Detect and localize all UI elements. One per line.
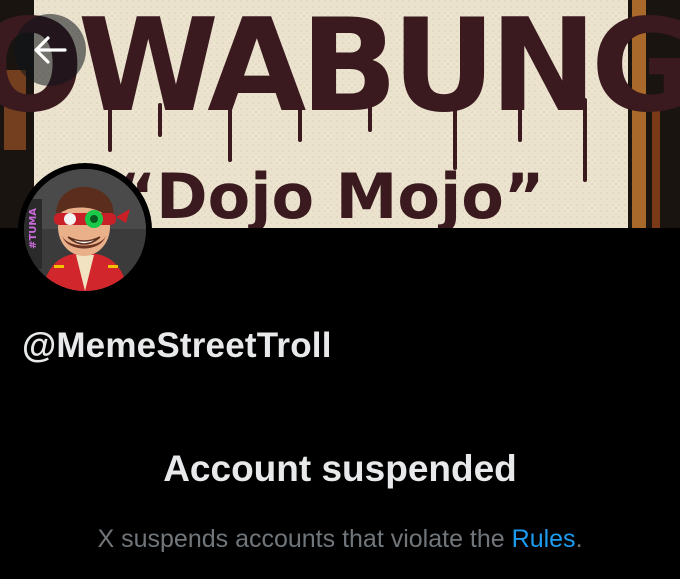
profile-handle: @MemeStreetTroll	[22, 326, 332, 365]
banner-subline: “Dojo Mojo”	[115, 160, 544, 228]
arrow-left-icon	[34, 36, 67, 64]
avatar-side-text: #TUMA	[28, 208, 39, 249]
suspension-title: Account suspended	[163, 448, 517, 489]
rules-link[interactable]: Rules	[512, 525, 576, 553]
suspension-message-text: X suspends accounts that violate the	[97, 525, 512, 553]
suspension-message-end: .	[575, 525, 583, 553]
suspension-message: X suspends accounts that violate the Rul…	[0, 525, 680, 554]
back-button[interactable]	[14, 14, 86, 86]
avatar[interactable]: #TUMA	[18, 163, 152, 297]
banner-headline: COWABUNGA	[0, 0, 680, 141]
avatar-image: #TUMA	[24, 169, 146, 291]
